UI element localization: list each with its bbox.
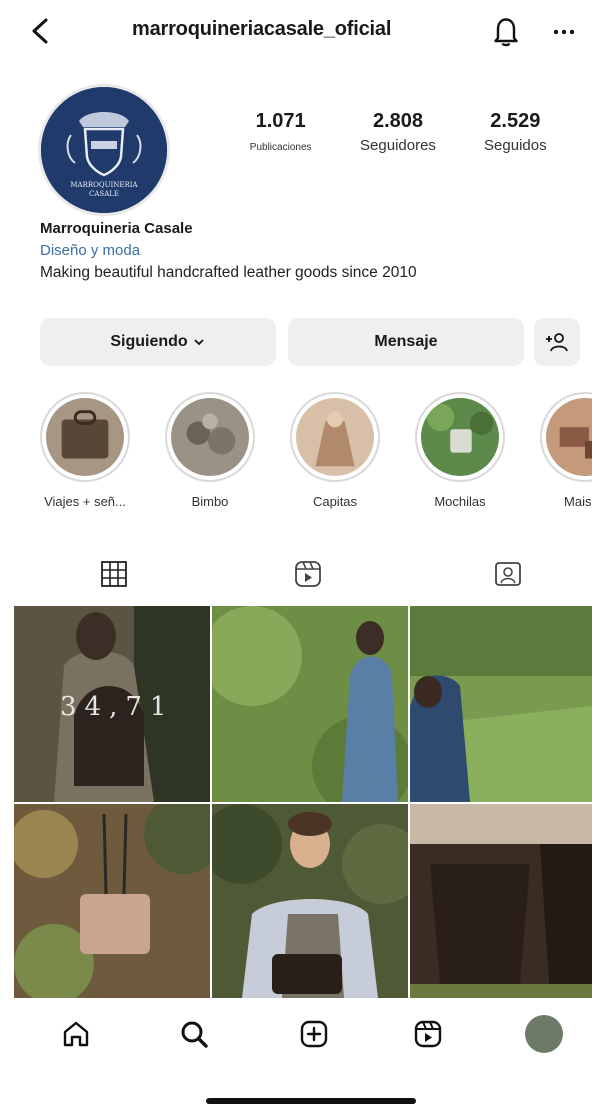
posts-grid: 34,71	[14, 606, 592, 998]
stat-followers-value: 2.808	[372, 110, 424, 132]
post-thumbnail[interactable]	[212, 606, 408, 802]
profile-bio: Marroquineria Casale Diseño y moda Makin…	[40, 218, 580, 284]
add-user-icon	[546, 333, 568, 352]
profile-description: Making beautiful handcrafted leather goo…	[40, 264, 417, 281]
stat-followers[interactable]: 2.808 Seguidores	[339, 110, 456, 154]
message-button[interactable]: Mensaje	[288, 318, 524, 366]
profile-category[interactable]: Diseño y moda	[40, 240, 580, 262]
home-indicator	[206, 1098, 416, 1104]
highlight-item[interactable]: Viajes + señ...	[30, 392, 140, 509]
highlight-label: Maison	[564, 494, 592, 509]
reels-icon[interactable]	[288, 554, 328, 594]
post-image	[410, 804, 592, 998]
post-overlay-text: 34,71	[60, 692, 175, 722]
profile-avatar[interactable]	[522, 1012, 566, 1056]
story-highlights: Viajes + señ... Bimbo Capitas Mochilas M…	[0, 392, 592, 522]
top-bar: marroquineriacasale_oficial	[0, 0, 592, 70]
profile-stats: 1.071 Publicaciones 2.808 Seguidores 2.5…	[222, 110, 574, 154]
chevron-left-icon[interactable]	[24, 14, 58, 48]
grid-icon[interactable]	[94, 554, 134, 594]
post-image	[212, 804, 408, 998]
stat-posts-label: Publicaciones	[249, 142, 312, 153]
profile-avatar-image	[525, 1015, 563, 1053]
stat-posts-value: 1.071	[255, 110, 306, 132]
highlight-label: Capitas	[312, 494, 358, 509]
stat-posts[interactable]: 1.071 Publicaciones	[222, 110, 339, 154]
search-icon[interactable]	[172, 1012, 216, 1056]
highlight-label: Viajes + señ...	[44, 494, 126, 509]
logo-text-line2: CASALE	[89, 190, 119, 198]
highlight-thumbnail	[296, 398, 374, 476]
stat-following-label: Seguidos	[484, 137, 547, 154]
logo-text-line1: MARROQUINERIA	[70, 181, 138, 189]
create-post-icon[interactable]	[292, 1012, 336, 1056]
post-image	[410, 606, 592, 802]
post-thumbnail[interactable]: 34,71	[14, 606, 210, 802]
highlight-item[interactable]: Capitas	[280, 392, 390, 509]
tagged-icon[interactable]	[488, 554, 528, 594]
post-image	[212, 606, 408, 802]
stat-following[interactable]: 2.529 Seguidos	[457, 110, 574, 154]
highlight-thumbnail	[171, 398, 249, 476]
highlight-item[interactable]: Maison	[530, 392, 592, 509]
chevron-down-icon	[194, 339, 204, 346]
profile-avatar-logo[interactable]: MARROQUINERIA CASALE	[38, 84, 170, 216]
post-thumbnail[interactable]	[410, 606, 592, 802]
bottom-navigation	[0, 1000, 592, 1066]
highlight-label: Mochilas	[434, 494, 486, 509]
message-button-label: Mensaje	[374, 333, 438, 350]
highlight-item[interactable]: Mochilas	[405, 392, 515, 509]
home-icon[interactable]	[54, 1012, 98, 1056]
highlight-thumbnail	[546, 398, 592, 476]
reels-nav-icon[interactable]	[406, 1012, 450, 1056]
following-button-label: Siguiendo	[110, 333, 188, 350]
post-thumbnail[interactable]	[410, 804, 592, 998]
highlight-label: Bimbo	[191, 494, 229, 509]
more-horizontal-icon[interactable]	[548, 14, 580, 48]
post-thumbnail[interactable]	[14, 804, 210, 998]
highlight-thumbnail	[46, 398, 124, 476]
stat-followers-label: Seguidores	[360, 137, 436, 154]
post-image	[14, 804, 210, 998]
post-thumbnail[interactable]	[212, 804, 408, 998]
profile-username: marroquineriacasale_oficial	[132, 18, 392, 40]
highlight-item[interactable]: Bimbo	[155, 392, 265, 509]
bell-icon[interactable]	[490, 14, 522, 48]
stat-following-value: 2.529	[490, 110, 541, 132]
highlight-thumbnail	[421, 398, 499, 476]
profile-tabs	[0, 550, 592, 600]
add-user-button[interactable]	[534, 318, 580, 366]
following-button[interactable]: Siguiendo	[40, 318, 276, 366]
profile-name: Marroquineria Casale	[40, 220, 193, 237]
